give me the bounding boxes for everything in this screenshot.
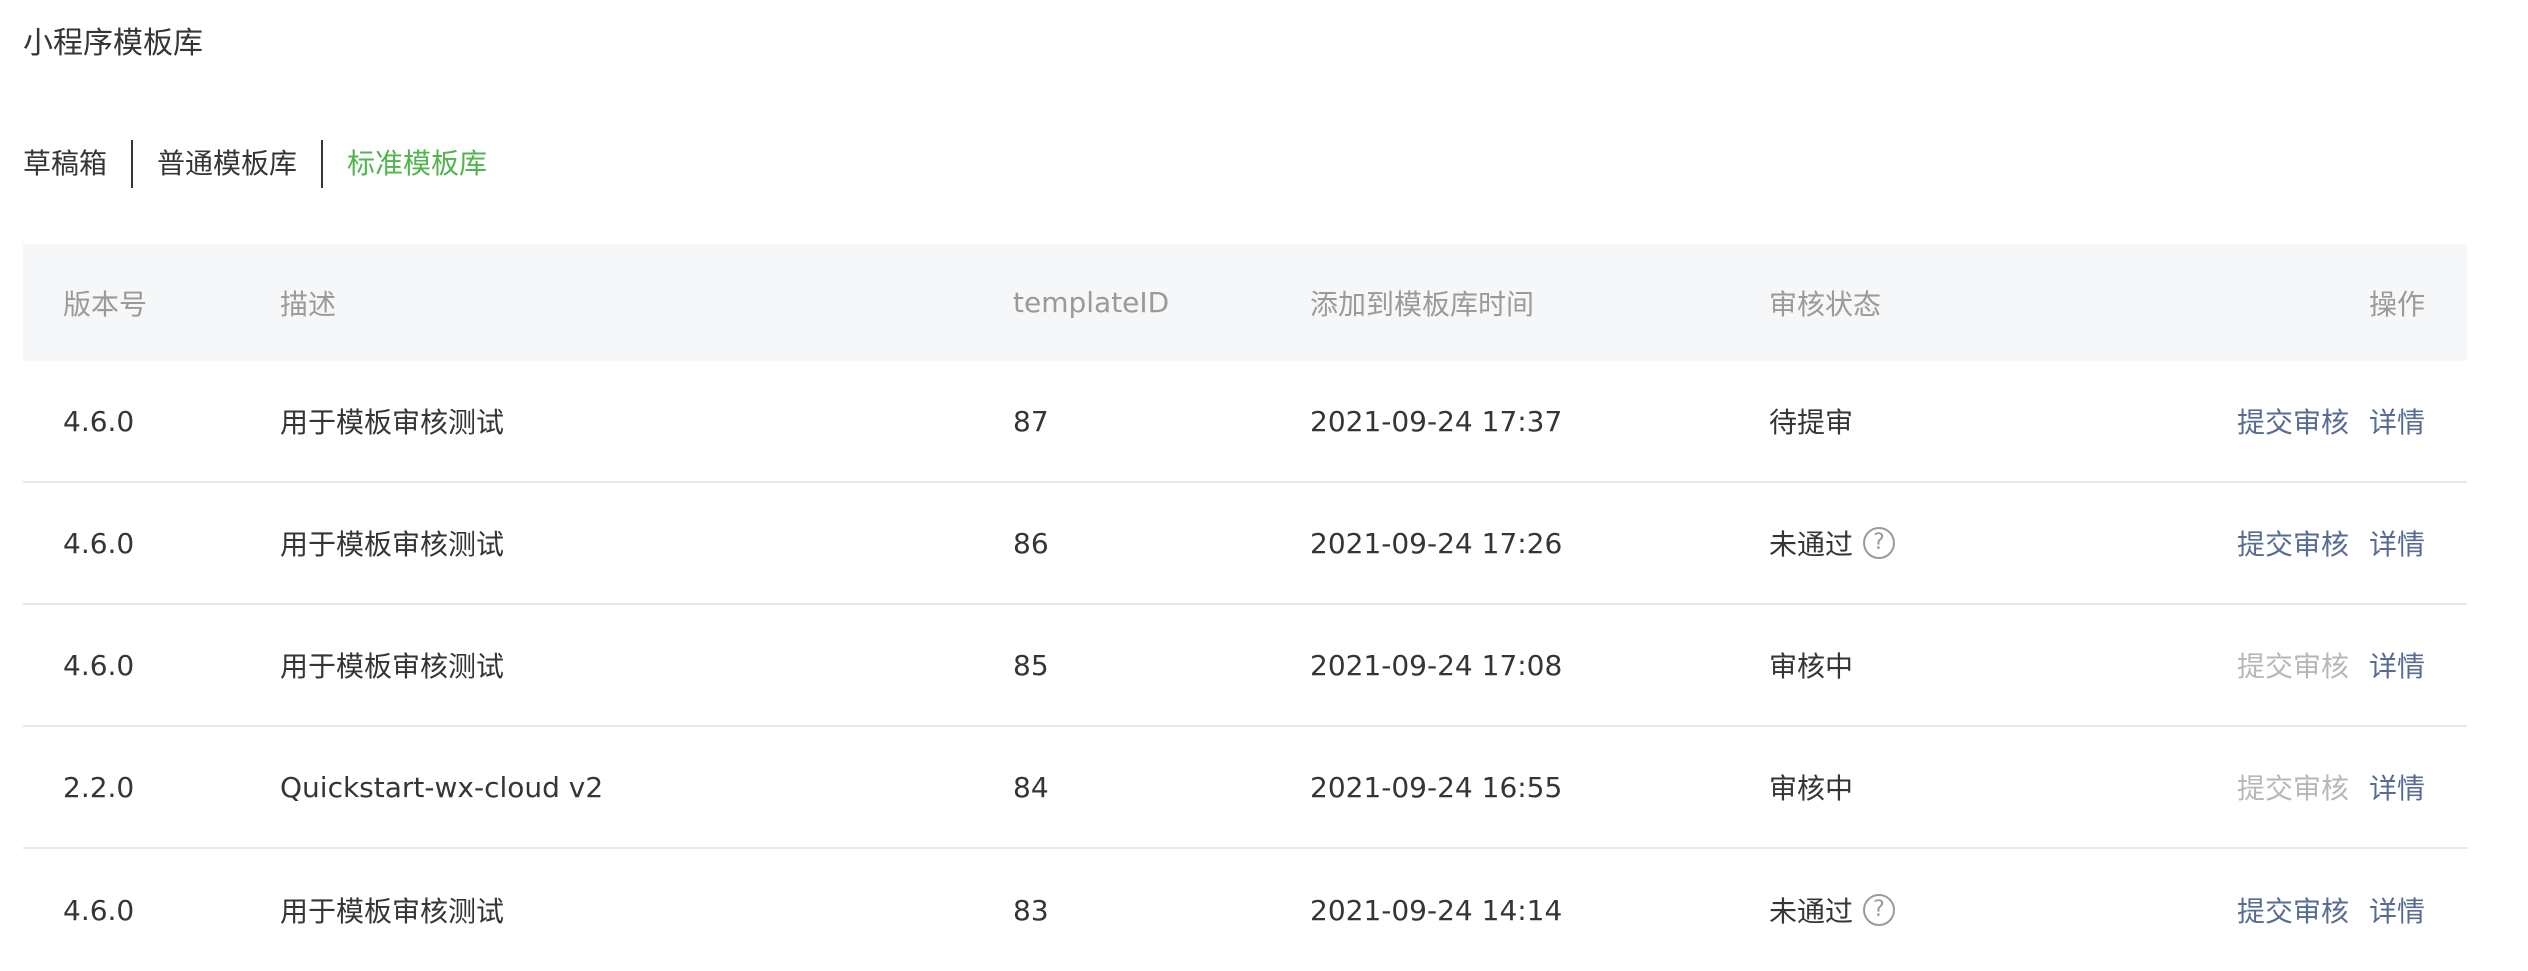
row-operations: 提交审核 详情: [2237, 605, 2425, 725]
row-review-status: 审核中: [1769, 605, 1853, 725]
submit-review-link-disabled: 提交审核: [2236, 650, 2349, 683]
page-title: 小程序模板库: [23, 26, 203, 61]
template-table: 版本号 描述 templateID 添加到模板库时间 审核状态 操作 4.6.0…: [23, 244, 2467, 971]
status-text: 审核中: [1769, 772, 1854, 805]
row-description: Quickstart-wx-cloud v2: [280, 770, 604, 804]
row-review-status: 未通过 ?: [1769, 483, 1896, 603]
row-version: 4.6.0: [63, 893, 135, 927]
tab-bar: 草稿箱 普通模板库 标准模板库: [23, 139, 487, 189]
tab-drafts[interactable]: 草稿箱: [23, 139, 107, 189]
row-review-status: 未通过 ?: [1769, 849, 1896, 971]
header-description: 描述: [280, 287, 337, 321]
header-version: 版本号: [63, 287, 148, 321]
tab-divider: [321, 140, 324, 188]
status-text: 审核中: [1769, 650, 1854, 683]
row-operations: 提交审核 详情: [2237, 483, 2425, 603]
submit-review-link-disabled: 提交审核: [2236, 772, 2349, 805]
row-description: 用于模板审核测试: [280, 406, 505, 439]
row-template-id: 86: [1013, 526, 1049, 560]
detail-link[interactable]: 详情: [2369, 890, 2425, 930]
status-text: 未通过: [1769, 528, 1854, 561]
row-template-id: 87: [1013, 404, 1049, 438]
row-operations: 提交审核 详情: [2237, 849, 2425, 971]
header-added-time: 添加到模板库时间: [1310, 287, 1535, 321]
row-version: 4.6.0: [63, 526, 135, 560]
row-description: 用于模板审核测试: [280, 895, 505, 928]
table-row: 2.2.0 Quickstart-wx-cloud v2 84 2021-09-…: [23, 727, 2467, 849]
row-version: 2.2.0: [63, 770, 135, 804]
tab-standard-templates[interactable]: 标准模板库: [347, 139, 487, 189]
submit-review-link[interactable]: 提交审核: [2237, 523, 2349, 563]
row-version: 4.6.0: [63, 648, 135, 682]
row-added-time: 2021-09-24 17:37: [1310, 404, 1563, 438]
submit-review-link[interactable]: 提交审核: [2237, 401, 2349, 441]
header-operations: 操作: [2368, 287, 2425, 321]
row-version: 4.6.0: [63, 404, 135, 438]
header-review-status: 审核状态: [1769, 287, 1882, 321]
row-review-status: 待提审: [1769, 361, 1853, 481]
question-mark-icon[interactable]: ?: [1863, 527, 1896, 559]
row-description: 用于模板审核测试: [280, 650, 505, 683]
row-template-id: 84: [1013, 770, 1049, 804]
row-review-status: 审核中: [1769, 727, 1853, 847]
row-added-time: 2021-09-24 17:08: [1310, 648, 1563, 682]
header-template-id: templateID: [1013, 286, 1170, 319]
detail-link[interactable]: 详情: [2369, 767, 2425, 807]
detail-link[interactable]: 详情: [2369, 523, 2425, 563]
row-operations: 提交审核 详情: [2237, 727, 2425, 847]
row-description: 用于模板审核测试: [280, 528, 505, 561]
question-mark-icon[interactable]: ?: [1863, 894, 1896, 926]
row-template-id: 83: [1013, 893, 1049, 927]
status-text: 未通过: [1769, 895, 1854, 928]
row-template-id: 85: [1013, 648, 1049, 682]
detail-link[interactable]: 详情: [2369, 645, 2425, 685]
table-row: 4.6.0 用于模板审核测试 87 2021-09-24 17:37 待提审 提…: [23, 361, 2467, 483]
tab-divider: [131, 140, 134, 188]
status-text: 待提审: [1769, 406, 1854, 439]
row-operations: 提交审核 详情: [2237, 361, 2425, 481]
detail-link[interactable]: 详情: [2369, 401, 2425, 441]
table-row: 4.6.0 用于模板审核测试 83 2021-09-24 14:14 未通过 ?…: [23, 849, 2467, 971]
table-header: 版本号 描述 templateID 添加到模板库时间 审核状态 操作: [23, 244, 2467, 361]
tab-normal-templates[interactable]: 普通模板库: [157, 139, 297, 189]
table-row: 4.6.0 用于模板审核测试 85 2021-09-24 17:08 审核中 提…: [23, 605, 2467, 727]
row-added-time: 2021-09-24 17:26: [1310, 526, 1563, 560]
submit-review-link[interactable]: 提交审核: [2237, 890, 2349, 930]
table-row: 4.6.0 用于模板审核测试 86 2021-09-24 17:26 未通过 ?…: [23, 483, 2467, 605]
row-added-time: 2021-09-24 14:14: [1310, 893, 1563, 927]
row-added-time: 2021-09-24 16:55: [1310, 770, 1563, 804]
